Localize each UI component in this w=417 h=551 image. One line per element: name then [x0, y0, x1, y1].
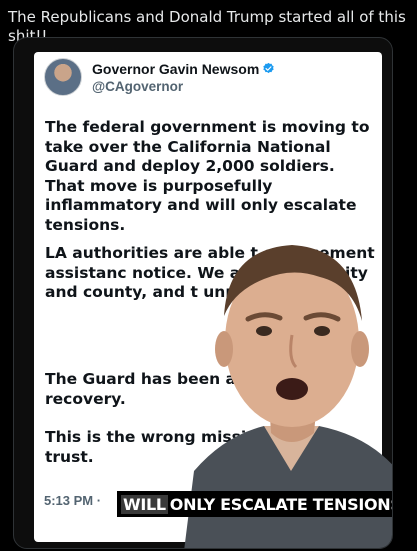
timestamp-separator: ·	[96, 493, 102, 508]
author-handle: @CAgovernor	[92, 79, 184, 94]
tweet-timestamp: 5:13 PM ·	[44, 493, 101, 508]
verified-badge-icon	[263, 62, 274, 74]
video-caption: WILL ONLY ESCALATE TENSIONS	[117, 491, 393, 517]
tweet-paragraph-1: The federal government is moving to take…	[45, 118, 370, 234]
video-caption-highlight: WILL	[121, 494, 168, 514]
avatar	[44, 58, 82, 96]
author-name: Governor Gavin Newsom	[92, 61, 260, 77]
video-media[interactable]: Governor Gavin Newsom @CAgovernor The fe…	[13, 37, 393, 549]
video-caption-rest: ONLY ESCALATE TENSIONS	[169, 494, 393, 514]
timestamp-time: 5:13 PM	[44, 493, 94, 508]
